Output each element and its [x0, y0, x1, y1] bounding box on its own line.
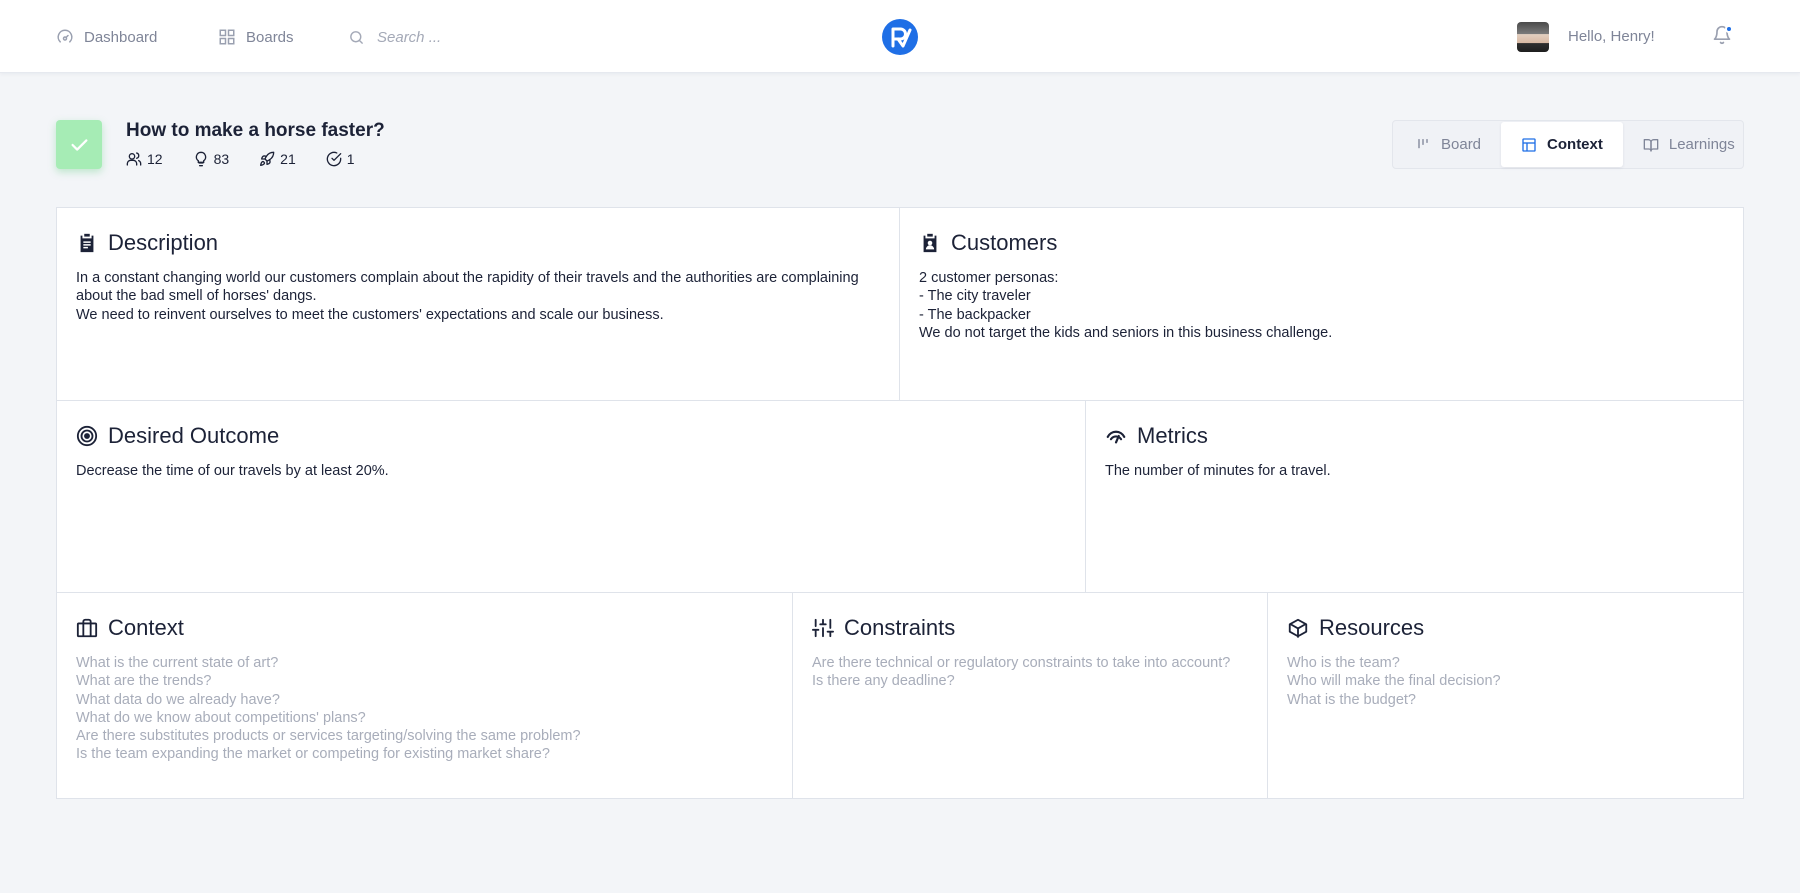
board-status-tile [56, 120, 102, 169]
desired-outcome-title: Desired Outcome [108, 423, 280, 448]
desired-outcome-section[interactable]: Desired Outcome Decrease the time of our… [57, 401, 1086, 593]
customers-line: We do not target the kids and seniors in… [919, 324, 1333, 341]
resources-section[interactable]: Resources Who is the team? Who will make… [1268, 593, 1743, 798]
done-count: 1 [346, 151, 355, 167]
metrics-header: Metrics [1105, 423, 1724, 449]
nav-boards-label: Boards [246, 28, 294, 46]
members-stat: 12 [126, 151, 163, 167]
nav-dashboard-link[interactable]: Dashboard [56, 24, 157, 50]
contact-clipboard-icon [923, 233, 937, 253]
customers-title: Customers [951, 230, 1058, 255]
customers-text: 2 customer personas: - The city traveler… [919, 269, 1724, 342]
context-line: Is the team expanding the market or comp… [76, 746, 550, 763]
context-line: What are the trends? [76, 673, 212, 690]
ideas-stat: 83 [193, 151, 230, 167]
constraints-text: Are there technical or regulatory constr… [812, 654, 1248, 691]
desired-outcome-line: Decrease the time of our travels by at l… [76, 463, 389, 479]
resources-line: What is the budget? [1287, 691, 1416, 708]
tab-learnings-label: Learnings [1668, 136, 1735, 153]
resources-title: Resources [1319, 615, 1425, 640]
context-line: What do we know about competitions' plan… [76, 709, 366, 726]
view-tabs: Board Context Learnings [1392, 120, 1744, 169]
tab-context-label: Context [1547, 136, 1603, 153]
context-canvas: Description In a constant changing world… [56, 207, 1744, 799]
rocket-icon [260, 151, 275, 166]
customers-header: Customers [919, 230, 1724, 256]
notification-dot [1725, 25, 1733, 33]
users-icon [126, 152, 142, 166]
gauge-icon [1106, 430, 1126, 444]
customers-section[interactable]: Customers 2 customer personas: - The cit… [900, 208, 1743, 401]
context-title: Context [108, 615, 184, 640]
metrics-text: The number of minutes for a travel. [1105, 462, 1724, 480]
constraints-section[interactable]: Constraints Are there technical or regul… [793, 593, 1268, 798]
desired-outcome-header: Desired Outcome [76, 423, 1066, 449]
context-header: Context [76, 615, 773, 641]
resources-text: Who is the team? Who will make the final… [1287, 654, 1724, 709]
launched-stat: 21 [259, 151, 296, 167]
check-circle-icon [326, 151, 342, 167]
metrics-section[interactable]: Metrics The number of minutes for a trav… [1086, 401, 1743, 593]
tab-learnings[interactable]: Learnings [1623, 122, 1755, 167]
layout-icon [1522, 137, 1536, 152]
customers-line: 2 customer personas: [919, 270, 1059, 286]
constraints-line: Are there technical or regulatory constr… [812, 655, 1231, 671]
members-count: 12 [147, 151, 163, 167]
desired-outcome-text: Decrease the time of our travels by at l… [76, 462, 1066, 480]
description-section[interactable]: Description In a constant changing world… [57, 208, 900, 401]
clipboard-icon [80, 233, 94, 253]
customers-line: - The city traveler [919, 288, 1031, 305]
app-logo[interactable] [882, 19, 918, 55]
context-line: Are there substitutes products or servic… [76, 728, 581, 745]
nav-dashboard-label: Dashboard [84, 28, 158, 46]
resources-line: Who is the team? [1287, 655, 1400, 671]
constraints-header: Constraints [812, 615, 1248, 641]
resources-header: Resources [1287, 615, 1724, 641]
book-icon [1643, 138, 1659, 152]
context-line: What data do we already have? [76, 691, 280, 708]
done-stat: 1 [326, 151, 355, 167]
context-line: What is the current state of art? [76, 655, 279, 671]
board-icon [1418, 138, 1428, 148]
tab-board[interactable]: Board [1395, 122, 1501, 167]
sliders-icon [812, 618, 834, 638]
context-section[interactable]: Context What is the current state of art… [57, 593, 793, 798]
launched-count: 21 [280, 151, 296, 167]
tab-context[interactable]: Context [1501, 122, 1623, 167]
constraints-line: Is there any deadline? [812, 673, 955, 690]
user-greeting[interactable]: Hello, Henry! [1568, 28, 1655, 45]
ideas-count: 83 [213, 151, 230, 167]
resources-line: Who will make the final decision? [1287, 673, 1501, 690]
board-stats: 12 83 21 1 [126, 151, 385, 167]
description-header: Description [76, 230, 880, 256]
lightbulb-icon [195, 151, 206, 167]
tab-board-label: Board [1441, 136, 1482, 153]
user-avatar[interactable] [1517, 22, 1549, 52]
description-line: We need to reinvent ourselves to meet th… [76, 306, 664, 323]
search-icon [350, 30, 363, 44]
context-text: What is the current state of art? What a… [76, 654, 773, 764]
briefcase-icon [76, 618, 98, 638]
nav-boards-link[interactable]: Boards [218, 24, 294, 50]
cube-icon [1288, 618, 1308, 638]
constraints-title: Constraints [844, 615, 956, 640]
metrics-title: Metrics [1137, 423, 1208, 448]
top-navigation-bar: Dashboard Boards Hello, Henry! [0, 0, 1800, 73]
gauge-icon [57, 29, 73, 43]
search-box [348, 24, 537, 50]
search-input[interactable] [377, 28, 537, 46]
target-icon [76, 425, 98, 447]
board-title: How to make a horse faster? [126, 120, 385, 141]
description-text: In a constant changing world our custome… [76, 269, 880, 324]
check-icon [71, 138, 88, 151]
notifications-button[interactable] [1712, 24, 1734, 48]
description-title: Description [108, 230, 219, 255]
grid-icon [219, 29, 235, 45]
metrics-line: The number of minutes for a travel. [1105, 463, 1331, 479]
description-line: In a constant changing world our custome… [76, 270, 863, 305]
customers-line: - The backpacker [919, 306, 1031, 323]
